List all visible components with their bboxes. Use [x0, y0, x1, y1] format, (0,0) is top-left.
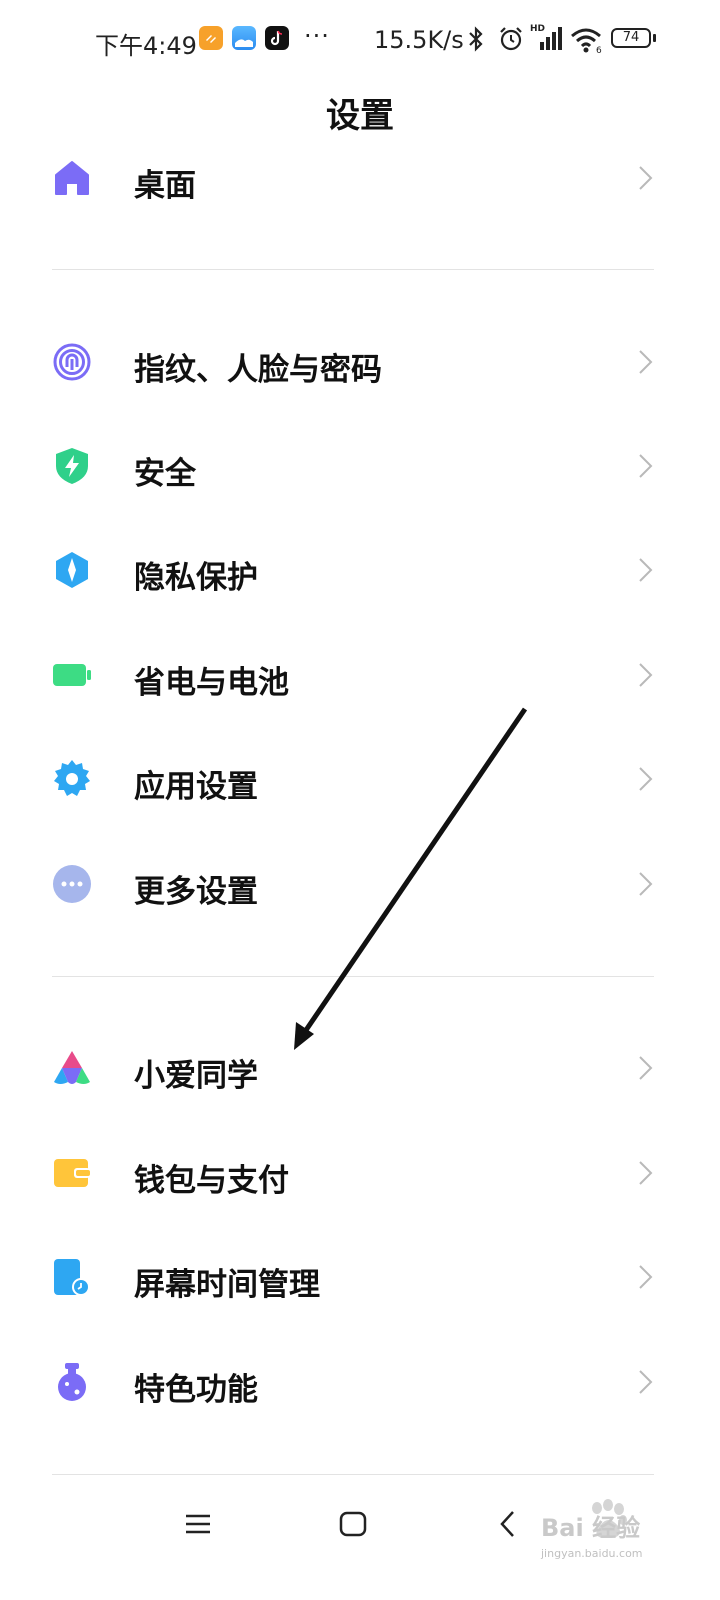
chevron-right-icon: [639, 767, 653, 791]
chevron-right-icon: [639, 872, 653, 896]
chevron-right-icon: [639, 558, 653, 582]
settings-item-label: 隐私保护: [134, 560, 258, 596]
settings-item-label: 安全: [134, 456, 196, 492]
xiaoai-icon: [54, 1051, 90, 1084]
settings-item-desktop[interactable]: 桌面: [0, 126, 720, 230]
battery-tip: [653, 34, 656, 42]
svg-text:HD: HD: [530, 24, 545, 34]
chevron-right-icon: [639, 1370, 653, 1394]
settings-item-label: 应用设置: [134, 769, 258, 805]
status-time: 下午4:49: [95, 32, 197, 60]
alarm-icon: [500, 27, 522, 51]
back-button[interactable]: [496, 1509, 520, 1539]
settings-item-label: 小爱同学: [134, 1058, 258, 1094]
section-divider: [52, 976, 654, 977]
notification-app-icon-orange: [199, 26, 223, 50]
chevron-right-icon: [639, 1161, 653, 1185]
wifi-icon: 6: [571, 28, 602, 54]
flask-icon: [58, 1363, 86, 1401]
svg-text:6: 6: [596, 46, 602, 54]
settings-item-label: 省电与电池: [134, 665, 289, 701]
settings-item-label: 桌面: [134, 168, 196, 204]
settings-item-special-features[interactable]: 特色功能: [0, 1330, 720, 1434]
signal-hd-icon: HD: [530, 24, 562, 50]
notification-app-icon-tiktok: [265, 26, 289, 50]
settings-item-app-settings[interactable]: 应用设置: [0, 727, 720, 831]
chevron-right-icon: [639, 350, 653, 374]
fingerprint-icon: [53, 343, 91, 381]
section-divider: [52, 1474, 654, 1475]
settings-item-label: 屏幕时间管理: [134, 1267, 320, 1303]
more-dots-icon: [53, 865, 91, 903]
battery-indicator: 74: [611, 28, 651, 48]
screen-time-icon: [54, 1259, 90, 1296]
gear-icon: [54, 760, 90, 796]
settings-item-wallet-payment[interactable]: 钱包与支付: [0, 1121, 720, 1225]
menu-button[interactable]: [184, 1509, 212, 1539]
settings-item-label: 更多设置: [134, 874, 258, 910]
chevron-right-icon: [639, 1265, 653, 1289]
shield-bolt-icon: [56, 448, 88, 484]
bluetooth-icon: [469, 26, 483, 52]
wallet-icon: [54, 1159, 90, 1187]
more-notifications-icon: ···: [304, 22, 330, 50]
watermark-text: Bai 经验: [541, 1514, 641, 1542]
settings-item-security[interactable]: 安全: [0, 414, 720, 518]
watermark-url: jingyan.baidu.com: [541, 1547, 643, 1560]
chevron-right-icon: [639, 454, 653, 478]
settings-item-more-settings[interactable]: 更多设置: [0, 832, 720, 936]
chevron-right-icon: [639, 166, 653, 190]
privacy-icon: [56, 552, 88, 588]
network-speed: 15.5K/s: [374, 26, 464, 54]
settings-item-fingerprint-face-password[interactable]: 指纹、人脸与密码: [0, 310, 720, 414]
status-bar: 下午4:49 ··· 15.5K/s HD 6 74: [0, 0, 720, 78]
settings-item-screen-time[interactable]: 屏幕时间管理: [0, 1225, 720, 1329]
home-button[interactable]: [339, 1509, 367, 1539]
settings-item-label: 特色功能: [134, 1372, 258, 1408]
settings-item-battery[interactable]: 省电与电池: [0, 623, 720, 727]
notification-app-icon-gallery: [232, 26, 256, 50]
home-icon: [55, 161, 89, 195]
battery-icon: [53, 664, 91, 686]
settings-item-label: 指纹、人脸与密码: [134, 352, 382, 388]
settings-item-privacy[interactable]: 隐私保护: [0, 518, 720, 622]
chevron-right-icon: [639, 663, 653, 687]
settings-item-xiaoai[interactable]: 小爱同学: [0, 1016, 720, 1120]
settings-item-label: 钱包与支付: [134, 1163, 289, 1199]
section-divider: [52, 269, 654, 270]
chevron-right-icon: [639, 1056, 653, 1080]
